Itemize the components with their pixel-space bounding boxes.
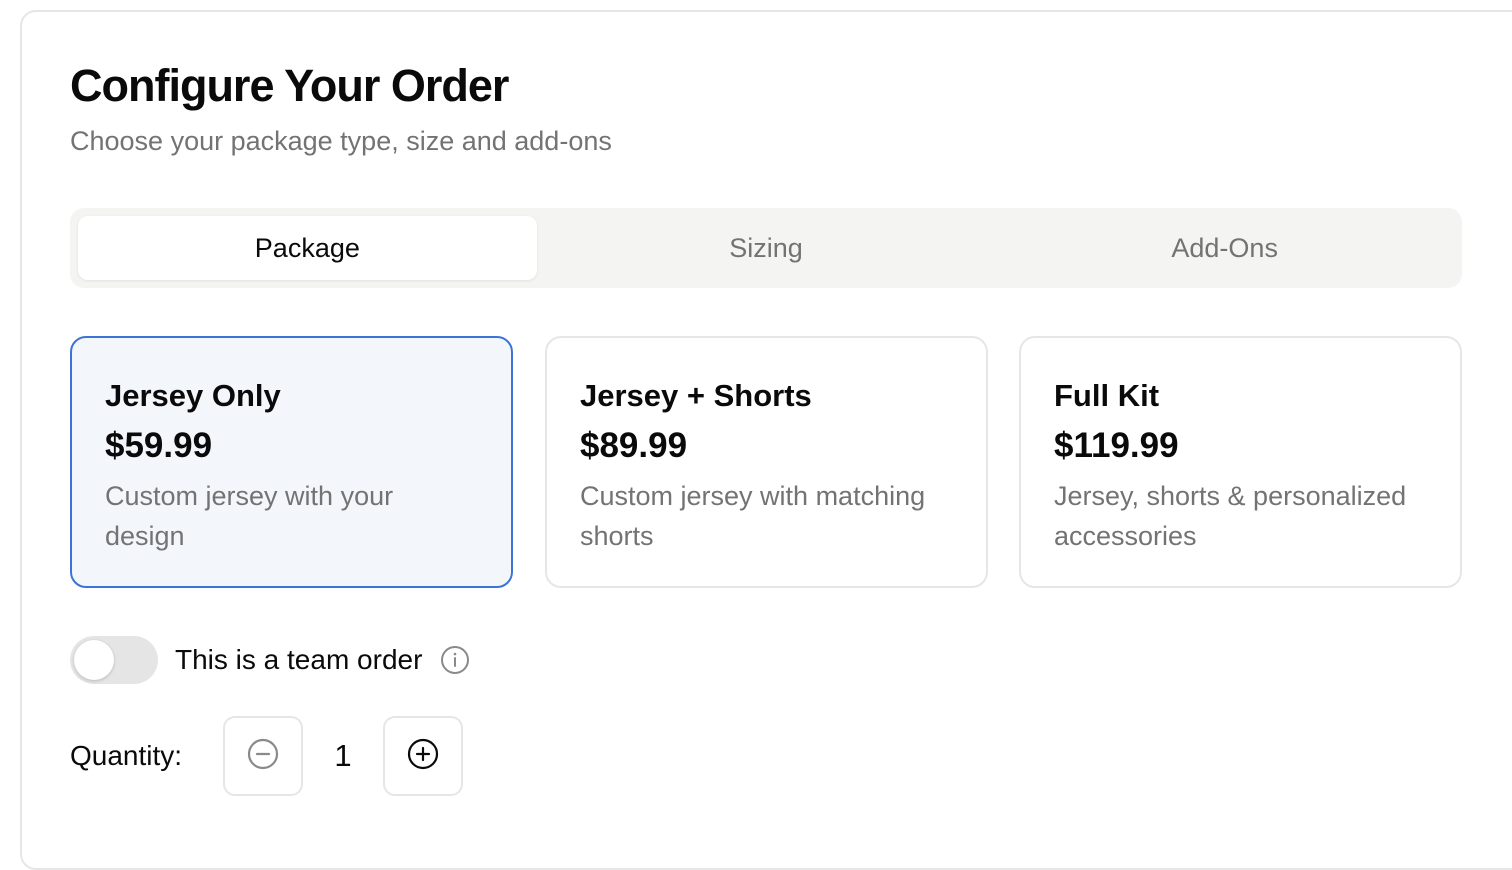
package-price: $59.99 (105, 426, 213, 465)
package-option-jersey-only[interactable]: Jersey Only $59.99 Custom jersey with yo… (70, 336, 513, 588)
minus-circle-icon (247, 738, 279, 775)
package-name: Jersey + Shorts (580, 378, 812, 413)
tab-add-ons[interactable]: Add-Ons (995, 216, 1454, 280)
team-order-toggle[interactable] (70, 636, 158, 684)
team-order-label: This is a team order (175, 644, 423, 675)
page-subtitle: Choose your package type, size and add-o… (70, 126, 612, 156)
package-option-full-kit[interactable]: Full Kit $119.99 Jersey, shorts & person… (1019, 336, 1462, 588)
tab-package[interactable]: Package (78, 216, 537, 280)
team-order-row: This is a team order (70, 636, 470, 684)
quantity-increment-button[interactable] (383, 716, 463, 796)
package-price: $89.99 (580, 426, 688, 465)
quantity-row: Quantity: 1 (70, 716, 463, 796)
tab-list: Package Sizing Add-Ons (70, 208, 1462, 288)
package-option-jersey-shorts[interactable]: Jersey + Shorts $89.99 Custom jersey wit… (545, 336, 988, 588)
quantity-label: Quantity: (70, 740, 183, 771)
info-icon[interactable] (440, 645, 470, 675)
package-price: $119.99 (1054, 426, 1179, 465)
tab-sizing[interactable]: Sizing (537, 216, 996, 280)
package-description: Custom jersey with matching shorts (580, 481, 926, 551)
package-name: Jersey Only (105, 378, 281, 413)
page-title: Configure Your Order (70, 60, 509, 111)
plus-circle-icon (407, 738, 439, 775)
package-description: Jersey, shorts & personalized accessorie… (1054, 481, 1407, 551)
package-description: Custom jersey with your design (105, 481, 394, 551)
toggle-knob (74, 640, 114, 680)
quantity-decrement-button[interactable] (223, 716, 303, 796)
package-name: Full Kit (1054, 378, 1160, 413)
quantity-value: 1 (334, 738, 352, 773)
